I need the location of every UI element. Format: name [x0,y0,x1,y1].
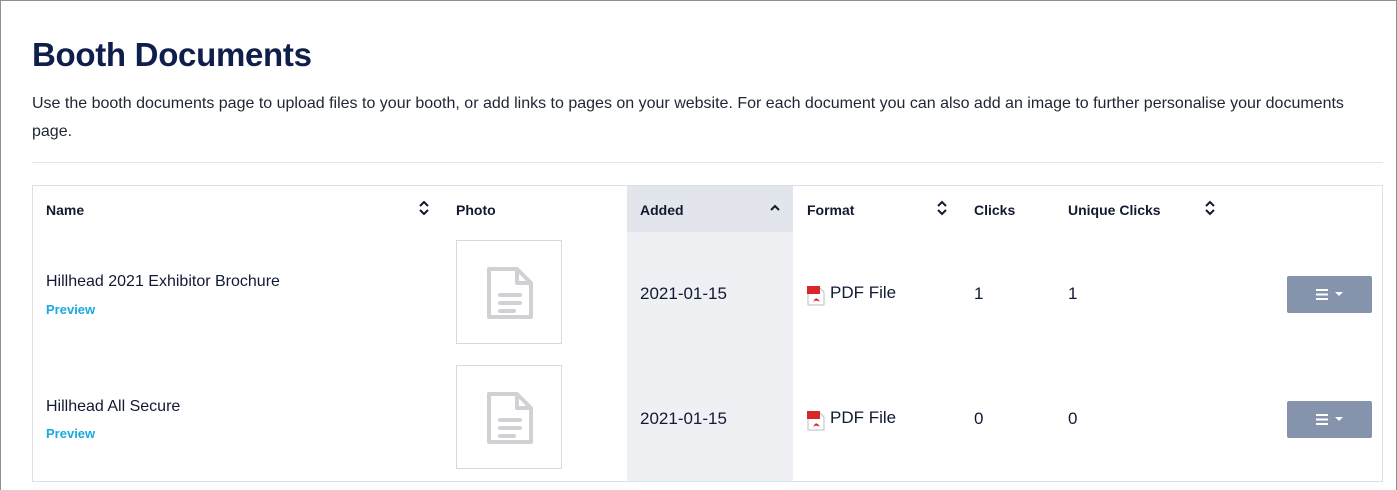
menu-icon [1316,289,1328,300]
menu-icon [1316,414,1328,425]
document-name: Hillhead All Secure [46,398,181,415]
column-header-clicks[interactable]: Clicks [974,202,1015,218]
documents-table: Name Photo Added Format Clicks Unique Cl… [32,185,1383,482]
section-divider [32,162,1383,163]
column-header-unique-clicks[interactable]: Unique Clicks [1068,202,1161,218]
preview-link[interactable]: Preview [46,302,95,317]
row-actions-button[interactable] [1287,401,1372,438]
document-placeholder-icon [487,267,533,319]
table-row: Hillhead All Secure Preview 2021-01-15 P… [33,362,1382,487]
format-label: PDF File [830,408,897,427]
column-header-format[interactable]: Format [807,202,854,218]
page-description: Use the booth documents page to upload f… [32,95,1344,140]
sort-both-icon[interactable] [936,198,948,218]
page-title: Booth Documents [32,36,312,73]
document-name: Hillhead 2021 Exhibitor Brochure [46,273,280,290]
added-date: 2021-01-15 [640,409,727,428]
sort-both-icon[interactable] [418,198,430,218]
clicks-count: 1 [974,284,984,303]
table-row: Hillhead 2021 Exhibitor Brochure Preview… [33,237,1382,362]
document-photo[interactable] [456,365,562,469]
caret-down-icon [1335,292,1343,296]
pdf-file-icon [807,286,825,306]
column-header-added[interactable]: Added [640,202,684,218]
unique-clicks-count: 1 [1068,284,1078,303]
caret-down-icon [1335,417,1343,421]
document-photo[interactable] [456,240,562,344]
row-actions-button[interactable] [1287,276,1372,313]
format-label: PDF File [830,283,897,302]
document-placeholder-icon [487,392,533,444]
sort-ascending-icon[interactable] [769,198,781,218]
added-date: 2021-01-15 [640,284,727,303]
pdf-file-icon [807,411,825,431]
column-header-photo: Photo [456,202,496,218]
clicks-count: 0 [974,409,984,428]
sort-both-icon[interactable] [1204,198,1216,218]
preview-link[interactable]: Preview [46,426,95,441]
unique-clicks-count: 0 [1068,409,1078,428]
column-header-name[interactable]: Name [46,202,84,218]
